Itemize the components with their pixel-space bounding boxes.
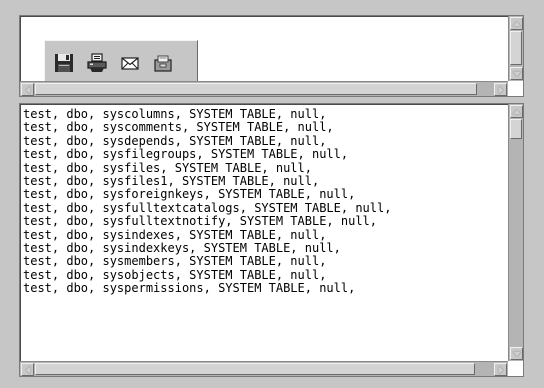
results-horizontal-scrollbar[interactable] <box>20 361 508 376</box>
result-row: test, dbo, sysfulltextnotify, SYSTEM TAB… <box>23 214 378 229</box>
results-vertical-scrollbar[interactable] <box>508 104 523 361</box>
email-button[interactable] <box>119 52 141 74</box>
arrow-up-icon <box>512 21 521 26</box>
result-row: test, dbo, sysindexkeys, SYSTEM TABLE, n… <box>23 240 341 255</box>
scroll-thumb[interactable] <box>35 363 475 375</box>
scroll-down-button[interactable] <box>510 347 523 360</box>
result-row: test, dbo, sysfilegroups, SYSTEM TABLE, … <box>23 147 349 162</box>
arrow-left-icon <box>25 365 30 374</box>
arrow-left-icon <box>25 85 30 94</box>
results-list[interactable]: test, dbo, syscolumns, SYSTEM TABLE, nul… <box>23 108 505 356</box>
printer-icon <box>87 53 107 72</box>
arrow-down-icon <box>512 71 521 76</box>
result-row: test, dbo, sysdepends, SYSTEM TABLE, nul… <box>23 133 327 148</box>
export-button[interactable] <box>152 52 174 74</box>
result-row: test, dbo, sysfiles, SYSTEM TABLE, null, <box>23 160 312 175</box>
scroll-thumb[interactable] <box>510 119 522 139</box>
toolbar-horizontal-scrollbar[interactable] <box>20 81 508 96</box>
result-row: test, dbo, sysfiles1, SYSTEM TABLE, null… <box>23 173 320 188</box>
print-button[interactable] <box>86 52 108 74</box>
scroll-down-button[interactable] <box>510 67 523 80</box>
result-row: test, dbo, syspermissions, SYSTEM TABLE,… <box>23 281 356 296</box>
result-row: test, dbo, syscolumns, SYSTEM TABLE, nul… <box>23 108 327 121</box>
scroll-left-button[interactable] <box>21 363 34 376</box>
save-button[interactable] <box>53 52 75 74</box>
scroll-right-button[interactable] <box>494 83 507 96</box>
result-row: test, dbo, sysforeignkeys, SYSTEM TABLE,… <box>23 187 356 202</box>
results-pane: test, dbo, syscolumns, SYSTEM TABLE, nul… <box>19 103 524 377</box>
envelope-icon <box>121 57 139 70</box>
result-row: test, dbo, syscomments, SYSTEM TABLE, nu… <box>23 120 334 135</box>
result-row: test, dbo, sysfulltextcatalogs, SYSTEM T… <box>23 200 392 215</box>
scroll-up-button[interactable] <box>510 17 523 30</box>
arrow-right-icon <box>498 85 503 94</box>
toolbar <box>44 40 198 86</box>
scroll-thumb[interactable] <box>35 83 477 95</box>
toolbar-pane <box>19 15 524 97</box>
toolbar-vertical-scrollbar[interactable] <box>508 16 523 81</box>
floppy-disk-icon <box>55 54 73 72</box>
arrow-down-icon <box>512 351 521 356</box>
arrow-right-icon <box>498 365 503 374</box>
scroll-right-button[interactable] <box>494 363 507 376</box>
scroll-left-button[interactable] <box>21 83 34 96</box>
scroll-up-button[interactable] <box>510 105 523 118</box>
result-row: test, dbo, sysindexes, SYSTEM TABLE, nul… <box>23 227 327 242</box>
result-row: test, dbo, sysobjects, SYSTEM TABLE, nul… <box>23 267 327 282</box>
scroll-thumb[interactable] <box>510 31 522 65</box>
result-row: test, dbo, sysmembers, SYSTEM TABLE, nul… <box>23 254 327 269</box>
arrow-up-icon <box>512 109 521 114</box>
tray-icon <box>154 55 172 72</box>
